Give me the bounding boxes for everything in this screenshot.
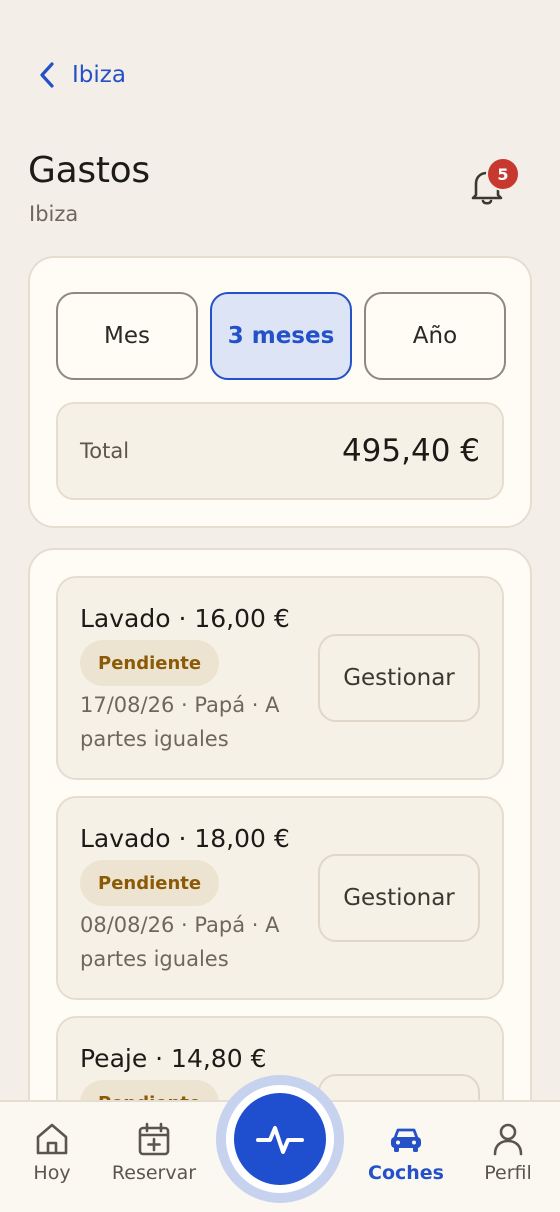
period-month-button[interactable]: Mes <box>56 292 198 380</box>
tab-hoy[interactable]: Hoy <box>2 1120 102 1184</box>
page-subtitle: Ibiza <box>29 202 79 226</box>
status-badge: Pendiente <box>80 640 220 686</box>
period-selector: Mes 3 meses Año <box>56 292 506 380</box>
tab-label: Coches <box>368 1162 444 1184</box>
expense-title: Lavado · 18,00 € <box>80 824 290 853</box>
activity-icon <box>256 1126 304 1154</box>
home-icon <box>36 1123 68 1155</box>
back-button[interactable]: Ibiza <box>36 60 126 90</box>
period-3-months-button[interactable]: 3 meses <box>210 292 352 380</box>
period-year-button[interactable]: Año <box>364 292 506 380</box>
expense-item: Lavado · 16,00 € Pendiente 17/08/26 · Pa… <box>56 576 504 780</box>
user-icon <box>493 1123 523 1156</box>
notifications-badge: 5 <box>486 157 520 191</box>
total-label: Total <box>80 439 130 463</box>
expense-item: Lavado · 18,00 € Pendiente 08/08/26 · Pa… <box>56 796 504 1000</box>
tab-label: Perfil <box>484 1162 532 1184</box>
expense-meta: 08/08/26 · Papá · A partes iguales <box>80 913 280 971</box>
total-value: 495,40 € <box>341 433 480 469</box>
car-icon <box>391 1128 421 1152</box>
total-summary: Total 495,40 € <box>56 402 504 500</box>
tab-coches[interactable]: Coches <box>356 1120 456 1184</box>
period-card: Mes 3 meses Año Total 495,40 € <box>28 256 532 528</box>
tab-reservar[interactable]: Reservar <box>104 1120 204 1184</box>
fab-inner <box>234 1093 326 1185</box>
tab-label: Reservar <box>111 1162 197 1184</box>
tab-perfil[interactable]: Perfil <box>458 1120 558 1184</box>
back-label: Ibiza <box>72 62 126 88</box>
status-badge: Pendiente <box>80 860 220 906</box>
activity-fab-button[interactable] <box>226 1085 334 1193</box>
tab-label: Hoy <box>33 1162 71 1184</box>
page-title: Gastos <box>28 150 150 191</box>
chevron-left-icon <box>40 62 54 88</box>
manage-button[interactable]: Gestionar <box>318 634 480 722</box>
expense-title: Lavado · 16,00 € <box>80 604 290 633</box>
expense-meta: 17/08/26 · Papá · A partes iguales <box>80 693 280 751</box>
calendar-add-icon <box>138 1122 170 1156</box>
manage-button[interactable]: Gestionar <box>318 854 480 942</box>
expense-title: Peaje · 14,80 € <box>80 1044 267 1073</box>
